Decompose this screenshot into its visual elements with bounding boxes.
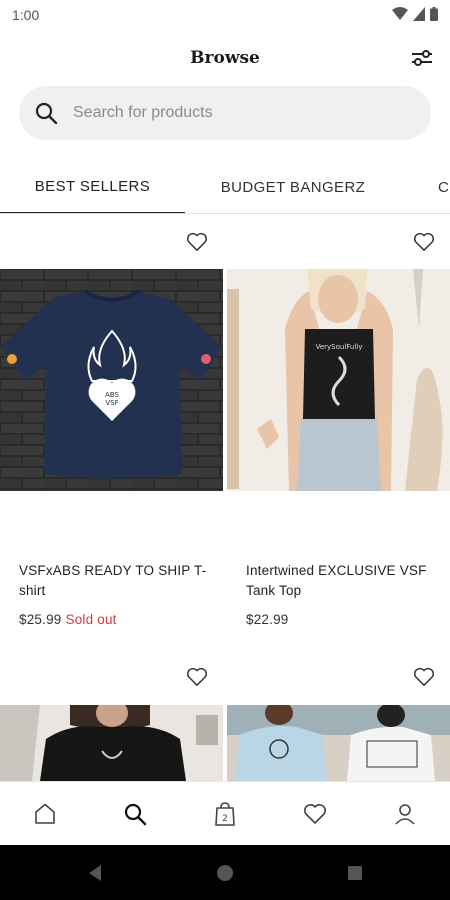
nav-cart[interactable]: 2	[211, 800, 239, 828]
search-icon	[33, 100, 59, 126]
tab-best-sellers[interactable]: BEST SELLERS	[0, 160, 185, 213]
sold-out-label: Sold out	[65, 612, 117, 627]
wifi-icon	[392, 7, 408, 20]
heart-icon	[414, 232, 434, 251]
nav-home[interactable]	[31, 800, 59, 828]
favorite-button[interactable]	[412, 665, 436, 689]
recents-icon	[348, 866, 362, 880]
sliders-icon	[412, 50, 432, 66]
heart-icon	[414, 667, 434, 686]
nav-favorites[interactable]	[301, 800, 329, 828]
heart-icon	[304, 804, 326, 824]
heart-icon	[187, 667, 207, 686]
favorite-button[interactable]	[185, 230, 209, 254]
tab-partial[interactable]: C	[430, 160, 450, 213]
header: Browse	[0, 40, 450, 76]
favorite-button[interactable]	[185, 665, 209, 689]
home-icon	[35, 803, 55, 824]
svg-text:VSF: VSF	[105, 399, 118, 407]
product-card[interactable]: VerySoulFully Intertwined EXCLUSIVE VSF …	[227, 215, 450, 655]
cart-count-badge: 2	[222, 814, 228, 824]
bottom-nav: 2	[0, 781, 450, 845]
product-grid: ABS VSF VSFxABS READY TO SHIP T-shirt $2…	[0, 215, 450, 781]
product-name[interactable]: Intertwined EXCLUSIVE VSF Tank Top	[246, 561, 436, 601]
home-button[interactable]	[215, 863, 235, 883]
recents-button[interactable]	[345, 863, 365, 883]
category-tabs: BEST SELLERS BUDGET BANGERZ C	[0, 160, 450, 214]
product-image[interactable]	[227, 705, 450, 781]
product-card[interactable]	[0, 655, 223, 781]
product-image[interactable]: ABS VSF	[0, 269, 223, 491]
status-bar: 1:00	[0, 0, 450, 30]
search-input[interactable]	[73, 104, 403, 122]
product-price: $25.99	[19, 612, 62, 627]
system-nav-bar	[0, 845, 450, 900]
product-price: $22.99	[246, 612, 289, 627]
product-image[interactable]: VerySoulFully	[227, 269, 450, 491]
product-name[interactable]: VSFxABS READY TO SHIP T-shirt	[19, 561, 209, 601]
home-circle-icon	[217, 865, 233, 881]
back-icon	[89, 865, 101, 881]
page-title: Browse	[190, 48, 260, 68]
status-icons	[392, 7, 438, 21]
filter-button[interactable]	[410, 46, 434, 70]
tab-budget-bangerz[interactable]: BUDGET BANGERZ	[185, 160, 401, 213]
search-icon	[124, 803, 147, 826]
product-card[interactable]: ABS VSF VSFxABS READY TO SHIP T-shirt $2…	[0, 215, 223, 655]
profile-icon	[395, 804, 415, 825]
nav-profile[interactable]	[391, 800, 419, 828]
status-time: 1:00	[12, 7, 40, 23]
svg-text:VerySoulFully: VerySoulFully	[316, 343, 363, 351]
search-bar[interactable]	[19, 86, 431, 140]
product-image[interactable]	[0, 705, 223, 781]
bag-icon: 2	[215, 802, 235, 826]
battery-icon	[430, 7, 438, 21]
price-row: $22.99	[246, 612, 289, 627]
price-row: $25.99 Sold out	[19, 612, 117, 627]
heart-icon	[187, 232, 207, 251]
nav-search[interactable]	[121, 800, 149, 828]
signal-icon	[413, 7, 425, 21]
back-button[interactable]	[85, 863, 105, 883]
svg-text:ABS: ABS	[105, 391, 119, 399]
product-card[interactable]	[227, 655, 450, 781]
favorite-button[interactable]	[412, 230, 436, 254]
